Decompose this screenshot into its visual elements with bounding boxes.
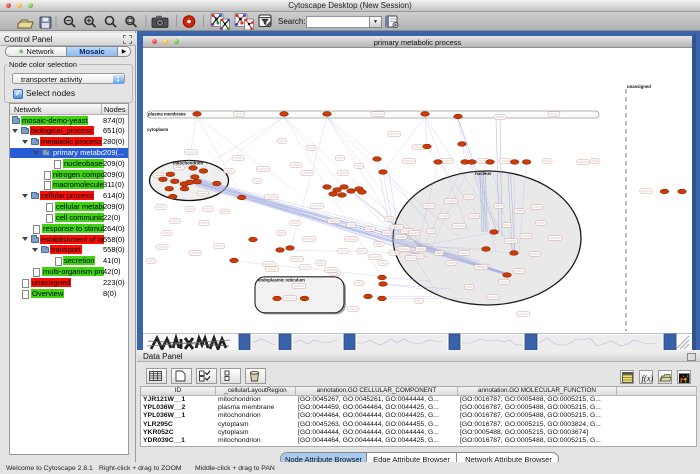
svg-text:f(x): f(x) xyxy=(642,373,654,383)
svg-text:mitochondrion: mitochondrion xyxy=(173,160,203,165)
svg-text:unassigned: unassigned xyxy=(627,84,651,89)
svg-text:cytoplasm: cytoplasm xyxy=(147,127,168,132)
svg-text:endoplasmic reticulum: endoplasmic reticulum xyxy=(258,277,305,282)
svg-text:nucleus: nucleus xyxy=(475,171,492,176)
svg-text:plasma membrane: plasma membrane xyxy=(148,111,186,116)
